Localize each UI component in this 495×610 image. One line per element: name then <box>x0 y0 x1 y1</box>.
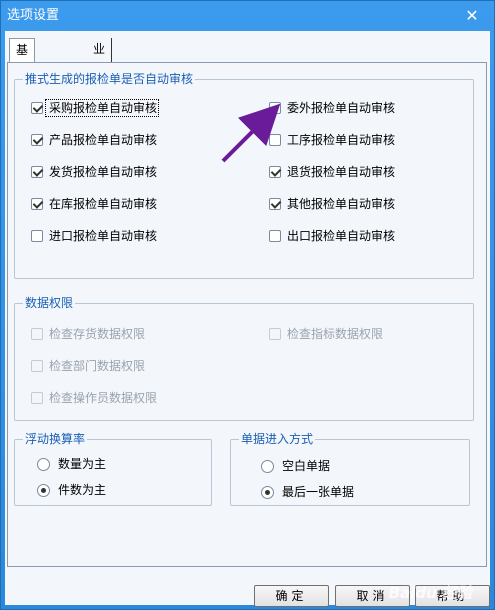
ok-button[interactable]: 确定 <box>254 585 329 607</box>
entry-mode-group: 单据进入方式 空白单据 最后一张单据 <box>230 431 470 506</box>
checkbox-box[interactable] <box>31 166 43 178</box>
title-bar: 选项设置 <box>1 1 494 31</box>
tab-panel-basic-info: 推式生成的报检单是否自动审核 采购报检单自动审核 委外报检单自动审核 产品报检单… <box>7 62 487 567</box>
checkbox-box[interactable] <box>269 134 281 146</box>
tab-basic-info[interactable]: 基本信息 <box>9 38 36 123</box>
radio-last-document[interactable]: 最后一张单据 <box>261 484 354 500</box>
checkbox-box[interactable] <box>31 198 43 210</box>
checkbox-box <box>31 360 43 372</box>
checkbox-export-auto-review[interactable]: 出口报检单自动审核 <box>269 228 395 244</box>
auto-review-title: 推式生成的报检单是否自动审核 <box>23 71 196 87</box>
window-title: 选项设置 <box>7 8 60 23</box>
checkbox-box[interactable] <box>269 102 281 114</box>
checkbox-process-auto-review[interactable]: 工序报检单自动审核 <box>269 132 395 148</box>
radio-dot[interactable] <box>261 486 274 499</box>
radio-dot[interactable] <box>37 458 50 471</box>
checkbox-other-auto-review[interactable]: 其他报检单自动审核 <box>269 196 395 212</box>
checkbox-box <box>31 392 43 404</box>
entry-mode-title: 单据进入方式 <box>239 431 316 447</box>
checkbox-box[interactable] <box>269 230 281 242</box>
radio-dot[interactable] <box>37 484 50 497</box>
checkbox-product-auto-review[interactable]: 产品报检单自动审核 <box>31 132 157 148</box>
data-permission-group: 数据权限 检查存货数据权限 检查指标数据权限 检查部门数据权限 检查操作员数据权… <box>14 295 474 421</box>
checkbox-check-operator-permission: 检查操作员数据权限 <box>31 390 157 406</box>
checkbox-delivery-auto-review[interactable]: 发货报检单自动审核 <box>31 164 157 180</box>
checkbox-box[interactable] <box>31 102 43 114</box>
checkbox-box[interactable] <box>31 134 43 146</box>
checkbox-outsource-auto-review[interactable]: 委外报检单自动审核 <box>269 100 395 116</box>
radio-pieces-primary[interactable]: 件数为主 <box>37 482 106 498</box>
checkbox-box <box>269 328 281 340</box>
checkbox-box <box>31 328 43 340</box>
radio-quantity-primary[interactable]: 数量为主 <box>37 456 106 472</box>
checkbox-box[interactable] <box>31 230 43 242</box>
checkbox-check-indicator-permission: 检查指标数据权限 <box>269 326 383 342</box>
dialog-client: 基本信息 业务规则 推式生成的报检单是否自动审核 采购报检单自动审核 委外报检单… <box>5 31 490 607</box>
watermark: Baidu 经验 <box>388 584 472 602</box>
options-dialog: 选项设置 ✕ 基本信息 业务规则 推式生成的报检单是否自动审核 采购报检单自动审… <box>0 0 495 610</box>
tab-business-rules[interactable]: 业务规则 <box>87 38 113 122</box>
radio-dot[interactable] <box>261 460 274 473</box>
checkbox-return-auto-review[interactable]: 退货报检单自动审核 <box>269 164 395 180</box>
checkbox-check-inventory-permission: 检查存货数据权限 <box>31 326 145 342</box>
checkbox-purchase-auto-review[interactable]: 采购报检单自动审核 <box>31 99 160 117</box>
checkbox-check-department-permission: 检查部门数据权限 <box>31 358 145 374</box>
checkbox-box[interactable] <box>269 198 281 210</box>
checkbox-instock-auto-review[interactable]: 在库报检单自动审核 <box>31 196 157 212</box>
radio-blank-document[interactable]: 空白单据 <box>261 458 330 474</box>
auto-review-group: 推式生成的报检单是否自动审核 采购报检单自动审核 委外报检单自动审核 产品报检单… <box>14 71 474 279</box>
data-permission-title: 数据权限 <box>23 295 76 311</box>
close-icon[interactable]: ✕ <box>464 8 480 24</box>
checkbox-import-auto-review[interactable]: 进口报检单自动审核 <box>31 228 157 244</box>
float-rate-group: 浮动换算率 数量为主 件数为主 <box>14 431 212 506</box>
float-rate-title: 浮动换算率 <box>23 431 88 447</box>
checkbox-box[interactable] <box>269 166 281 178</box>
